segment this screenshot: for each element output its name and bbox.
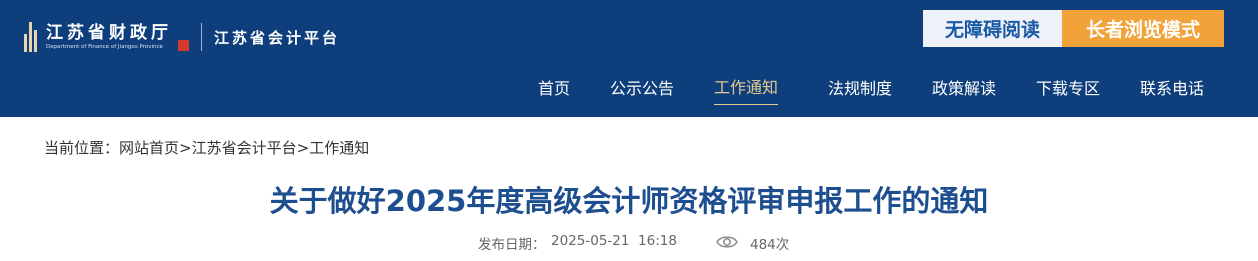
elder-mode-button[interactable]: 长者浏览模式	[1062, 10, 1224, 47]
subsite-name: 江苏省会计平台	[214, 28, 341, 47]
breadcrumb-work-notices[interactable]: 工作通知	[309, 139, 369, 157]
site-logo[interactable]: 江苏省财政厅 Department of Finance of Jiangsu …	[24, 20, 340, 54]
nav-item-policy-interpretation[interactable]: 政策解读	[932, 72, 996, 106]
nav-item-announcements[interactable]: 公示公告	[610, 72, 674, 106]
eye-icon	[716, 234, 738, 250]
seal-icon	[178, 39, 189, 51]
breadcrumb-separator: >	[179, 139, 192, 157]
main-nav: 首页 公示公告 工作通知 法规制度 政策解读 下载专区 联系电话	[0, 72, 1258, 106]
publish-date: 2025-05-21 16:18	[551, 233, 677, 249]
nav-item-home[interactable]: 首页	[538, 72, 570, 106]
accessibility-buttons: 无障碍阅读 长者浏览模式	[923, 10, 1224, 47]
nav-item-contact[interactable]: 联系电话	[1140, 72, 1204, 106]
breadcrumb-prefix: 当前位置：	[44, 139, 120, 157]
logo-emblem-icon	[24, 22, 38, 52]
view-count: 484次	[750, 237, 790, 253]
article-title: 关于做好2025年度高级会计师资格评审申报工作的通知	[269, 184, 989, 218]
site-header: 江苏省财政厅 Department of Finance of Jiangsu …	[0, 0, 1258, 117]
breadcrumb-accounting-platform[interactable]: 江苏省会计平台	[192, 139, 297, 157]
logo-divider	[201, 23, 202, 51]
breadcrumb-separator: >	[296, 139, 310, 157]
logo-title: 江苏省财政厅	[46, 23, 172, 43]
nav-item-downloads[interactable]: 下载专区	[1036, 72, 1100, 106]
breadcrumb-home[interactable]: 网站首页	[119, 139, 179, 157]
publish-date-label: 发布日期：	[478, 237, 546, 253]
article-meta: 发布日期： 2025-05-21 16:18 484次	[0, 231, 1258, 253]
breadcrumb: 当前位置：网站首页>江苏省会计平台>工作通知	[44, 137, 369, 159]
nav-item-work-notices[interactable]: 工作通知	[714, 72, 779, 105]
accessible-reading-button[interactable]: 无障碍阅读	[923, 10, 1062, 47]
nav-item-regulations[interactable]: 法规制度	[828, 72, 892, 106]
logo-subtitle: Department of Finance of Jiangsu Provinc…	[46, 44, 163, 50]
logo-text: 江苏省财政厅 Department of Finance of Jiangsu …	[46, 23, 172, 51]
